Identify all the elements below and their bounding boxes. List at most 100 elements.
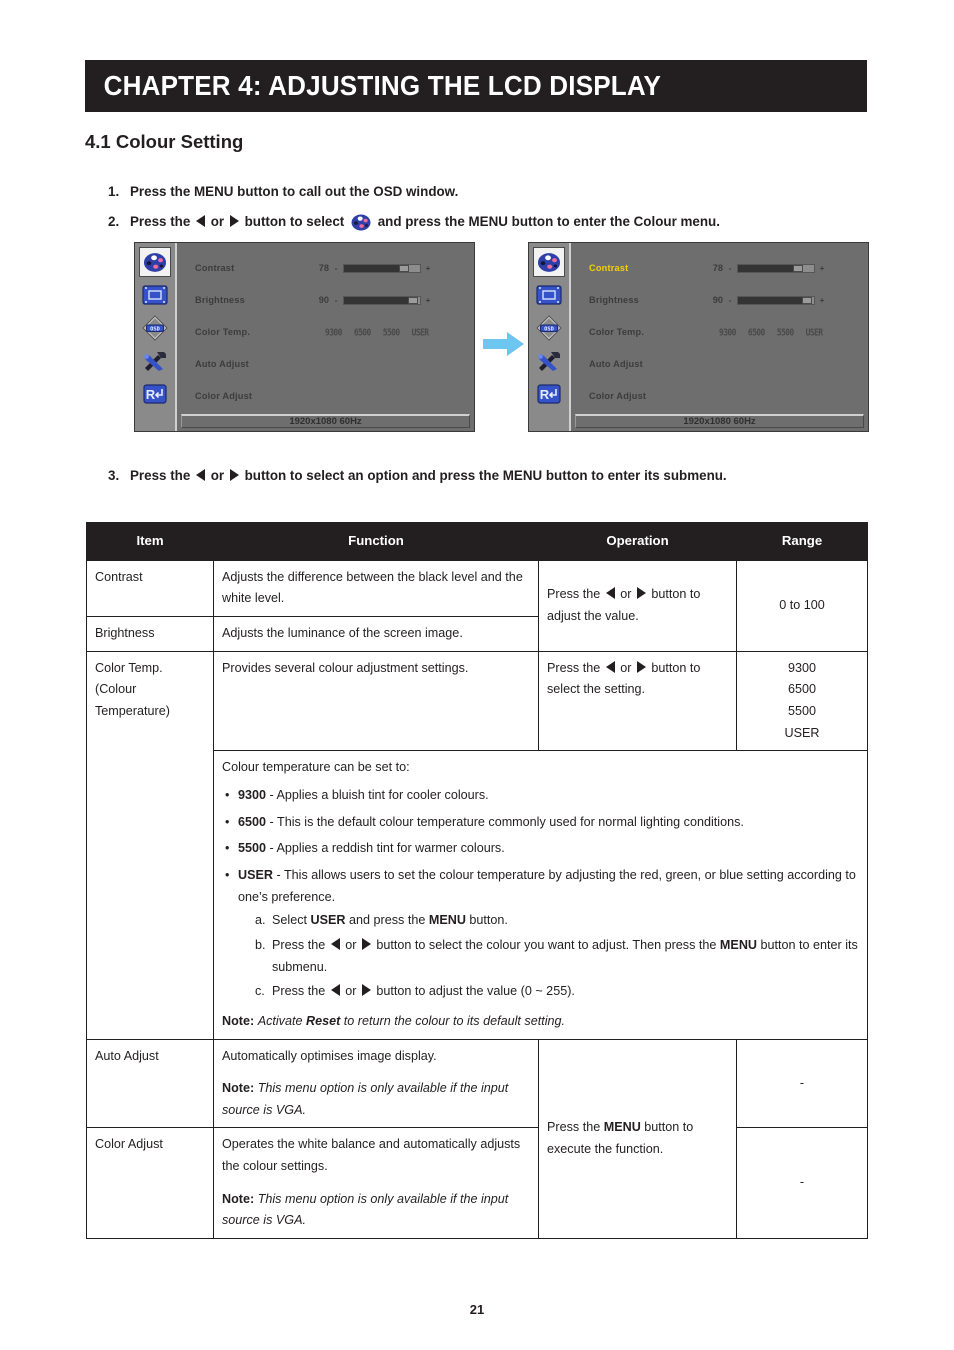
left-triangle-icon [330,984,340,997]
osd-row-auto-adjust[interactable]: Auto Adjust [589,348,860,380]
tools-icon[interactable] [139,346,171,376]
bullet-6500: 6500 - This is the default colour temper… [225,812,859,834]
bullet-term-5500: 5500 [238,841,267,856]
osd-plus-sign: + [819,295,825,305]
cell-operation-adjust: Press the MENU button to execute the fun… [538,1038,737,1240]
osd-row-auto-adjust[interactable]: Auto Adjust [195,348,466,380]
osd-settings-icon[interactable]: OSD [533,313,565,343]
colour-palette-icon[interactable] [533,247,565,277]
colour-palette-icon [351,214,371,231]
step-2-part-a: Press the [130,214,195,229]
osd-contrast-slider[interactable] [343,263,421,273]
osd-temp-option-9300[interactable]: 9300 [325,326,342,337]
step-1-body: Press the MENU button to call out the OS… [130,184,459,199]
substep-a: Select USER and press the MENU button. [255,910,508,931]
colour-temperature-bullet-list: 9300 - Applies a bluish tint for cooler … [222,785,859,1003]
step-1: 1. Press the MENU button to call out the… [108,182,868,203]
osd-temp-option-9300[interactable]: 9300 [719,326,736,337]
table-row-contrast: Contrast Adjusts the difference between … [86,559,868,652]
svg-text:R: R [540,387,550,402]
range-option-user: USER [784,725,820,740]
reset-icon[interactable]: R [139,379,171,409]
osd-body: Contrast 78 - + Brightness 90 - + Color … [177,243,474,431]
osd-row-auto-adjust-label: Auto Adjust [589,359,643,369]
osd-contrast-slider[interactable] [737,263,815,273]
osd-row-contrast[interactable]: Contrast 78 - + [195,252,466,284]
osd-row-brightness[interactable]: Brightness 90 - + [589,284,860,316]
osd-status-bar: 1920x1080 60Hz [575,414,864,428]
osd-temp-option-user[interactable]: USER [412,326,429,337]
right-triangle-icon [636,587,646,600]
osd-temp-option-6500[interactable]: 6500 [354,326,371,337]
step-1-text: Press the MENU button to call out the OS… [130,182,868,203]
osd-sidebar: OSD R [529,243,571,431]
osd-temp-option-5500[interactable]: 5500 [777,326,794,337]
column-header-operation: Operation [538,522,737,561]
table-header-row: Item Function Operation Range [86,522,868,561]
cell-color-temp-detail: Colour temperature can be set to: 9300 -… [213,750,868,1040]
table-row-color-temp: Color Temp. (Colour Temperature) Provides … [86,650,868,1040]
osd-row-color-temp[interactable]: Color Temp. 9300 6500 5500 USER [195,316,466,348]
step-2-part-b: or [207,214,228,229]
step-3-text: Press the or button to select an option … [130,466,868,487]
osd-row-brightness-value: 90 [318,295,329,305]
osd-row-color-temp-label: Color Temp. [589,327,645,337]
colour-palette-icon[interactable] [139,247,171,277]
color-temp-note: Note: Activate Reset to return the colou… [222,1013,566,1028]
osd-color-temp-options: 9300 6500 5500 USER [325,326,429,337]
osd-minus-sign: - [728,263,732,273]
osd-row-contrast-label: Contrast [589,263,629,273]
color-temp-line-3: Temperature) [95,703,170,718]
osd-row-contrast-selected[interactable]: Contrast 78 - + [589,252,860,284]
osd-row-contrast-label: Contrast [195,263,235,273]
osd-temp-option-6500[interactable]: 6500 [748,326,765,337]
osd-row-color-adjust-label: Color Adjust [589,391,647,401]
table-row-auto-adjust: Auto Adjust Automatically optimises imag… [86,1038,868,1240]
left-triangle-icon [605,587,615,600]
detail-intro: Colour temperature can be set to: [222,760,410,775]
svg-text:OSD: OSD [544,326,554,332]
right-triangle-icon [636,660,646,673]
reset-icon[interactable]: R [533,379,565,409]
osd-row-brightness[interactable]: Brightness 90 - + [195,284,466,316]
osd-menu-rows: Contrast 78 - + Brightness 90 - + Color … [571,249,868,412]
osd-plus-sign: + [425,295,431,305]
osd-row-color-adjust[interactable]: Color Adjust [589,380,860,412]
step-2-part-d: and press the MENU button to enter the C… [374,214,720,229]
step-2: 2. Press the or button to select and pre… [108,212,878,233]
step-3: 3. Press the or button to select an opti… [108,466,868,487]
cell-function-auto-adjust: Automatically optimises image display. N… [213,1038,539,1129]
display-screen-icon[interactable] [139,280,171,310]
tools-icon[interactable] [533,346,565,376]
bullet-text-user: - This allows users to set the colour te… [238,867,856,904]
bullet-5500: 5500 - Applies a reddish tint for warmer… [225,838,859,860]
cell-function-color-temp: Provides several colour adjustment setti… [213,650,539,752]
osd-row-color-temp[interactable]: Color Temp. 9300 6500 5500 USER [589,316,860,348]
cell-range-color-adjust: - [736,1127,868,1240]
page-number: 21 [469,1302,485,1317]
osd-row-brightness-label: Brightness [195,295,245,305]
step-2-number: 2. [108,214,120,229]
osd-menu-rows: Contrast 78 - + Brightness 90 - + Color … [177,249,474,412]
osd-settings-icon[interactable]: OSD [139,313,171,343]
display-screen-icon[interactable] [533,280,565,310]
auto-adjust-description: Automatically optimises image display. [222,1048,437,1063]
osd-plus-sign: + [819,263,825,273]
note-label: Note: [222,1081,255,1096]
osd-temp-option-user[interactable]: USER [806,326,823,337]
bullet-term-6500: 6500 [238,814,267,829]
cell-function-contrast: Adjusts the difference between the black… [213,559,539,618]
osd-brightness-slider[interactable] [343,295,421,305]
substep-b: Press the or button to select the colour… [255,935,858,974]
step-2-part-c: button to select [240,214,348,229]
osd-row-contrast-value: 78 [318,263,329,273]
left-triangle-icon [330,937,340,950]
osd-temp-option-5500[interactable]: 5500 [383,326,400,337]
osd-brightness-slider[interactable] [737,295,815,305]
step-3-part-b: or [207,468,228,483]
osd-row-color-adjust[interactable]: Color Adjust [195,380,466,412]
auto-adjust-note: Note: This menu option is only available… [222,1078,530,1121]
cell-operation-contrast-brightness: Press the or button to adjust the value. [538,559,737,652]
bullet-term-9300: 9300 [238,787,267,802]
cell-item-color-adjust: Color Adjust [86,1127,214,1240]
